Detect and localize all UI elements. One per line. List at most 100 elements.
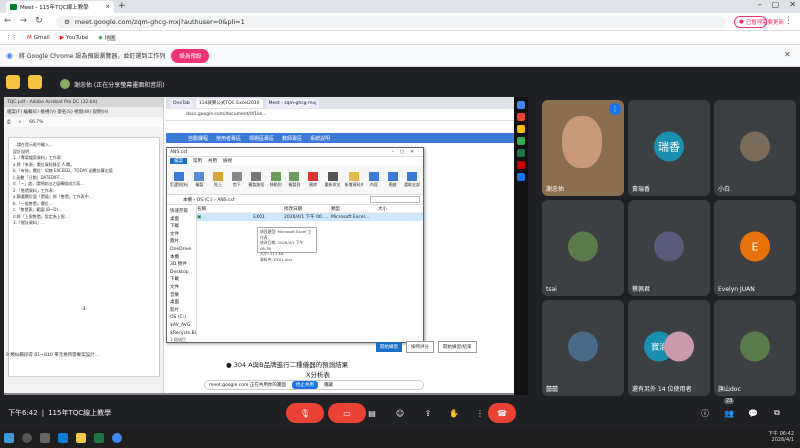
excel-icon[interactable] <box>94 433 104 443</box>
site-info-icon[interactable]: ⚙ <box>64 18 70 26</box>
nav-item[interactable]: OS (C:) <box>170 314 193 322</box>
ribbon-button[interactable]: 剪下 <box>230 171 245 188</box>
ribbon-button[interactable]: 內容 <box>367 171 382 188</box>
nav-item[interactable]: $AV_AVG <box>170 322 193 330</box>
nav-item[interactable]: 圖片 <box>170 238 193 246</box>
present-button[interactable]: ⇪ <box>418 403 438 423</box>
nav-item[interactable]: 下載 <box>170 223 193 231</box>
column-name[interactable]: 名稱 <box>197 206 282 212</box>
ribbon-button[interactable]: 開啟 <box>385 171 400 188</box>
explorer-search-input[interactable] <box>370 196 420 203</box>
chat-button[interactable]: 💬 <box>746 403 760 423</box>
url-field[interactable]: ⚙ meet.google.com/zqm-ghcg-mxj?authuser=… <box>56 16 726 28</box>
start-practice-button[interactable]: 開始練習 <box>376 342 402 352</box>
new-tab-icon[interactable]: + <box>118 1 126 11</box>
ribbon-tab-share[interactable]: 共用 <box>208 158 217 164</box>
ribbon-button[interactable]: 新增資料夾 <box>345 171 363 188</box>
minimize-icon[interactable]: – <box>758 0 762 9</box>
site-menu-item[interactable]: 系統說明 <box>310 135 330 142</box>
inner-tab[interactable]: Meet - zqm-ghcg-mxj <box>265 98 320 108</box>
participant-tile[interactable]: 蔡佩君 <box>628 200 710 296</box>
tab-meet[interactable]: Meet - 115年TQC線上教學 × <box>6 1 114 13</box>
participant-tile[interactable]: 小白 <box>714 100 796 196</box>
camera-effects-icon[interactable] <box>6 75 20 89</box>
hide-share-bar-button[interactable]: 隱藏 <box>324 382 333 388</box>
captions-button[interactable]: ▤ <box>362 403 382 423</box>
close-tab-icon[interactable]: × <box>105 4 110 10</box>
camera-button[interactable]: ▭ <box>328 403 366 423</box>
participant-tile[interactable]: 瑞香 黃瑞香 <box>628 100 710 196</box>
nav-item[interactable]: 文件 <box>170 284 193 292</box>
participant-tile[interactable]: E Evelyn JUAN <box>714 200 796 296</box>
inner-url[interactable]: docs.google.com/document/d/1ke... <box>166 109 514 121</box>
forward-icon[interactable]: → <box>20 16 28 26</box>
column-date[interactable]: 修改日期 <box>284 206 329 212</box>
reload-icon[interactable]: ↻ <box>35 16 43 26</box>
nav-item[interactable]: 音樂 <box>170 292 193 300</box>
edge-icon[interactable] <box>58 433 68 443</box>
ribbon-tab-home[interactable]: 常用 <box>193 158 202 164</box>
participant-tile[interactable]: 謝忠佑 ⋮ <box>542 100 624 196</box>
ribbon-tab-file[interactable]: 檔案 <box>170 158 187 164</box>
site-menu-item[interactable]: 自動課程 <box>188 135 208 142</box>
activities-button[interactable]: ⧉ <box>770 403 784 423</box>
end-practice-button[interactable]: 開始練習/結束 <box>438 341 477 353</box>
chrome-menu-icon[interactable]: ⋮ <box>784 16 793 26</box>
nav-item[interactable]: 3D 物件 <box>170 261 193 269</box>
windows-start-icon[interactable] <box>4 433 14 443</box>
column-size[interactable]: 大小 <box>378 206 423 212</box>
people-button[interactable]: 👥 23 <box>722 398 736 423</box>
nav-item[interactable]: Desktop <box>170 269 193 277</box>
participant-tile[interactable]: 旗山doc <box>714 300 796 396</box>
ribbon-button[interactable]: 貼上 <box>211 171 226 188</box>
close-infobar-icon[interactable]: ✕ <box>784 50 791 59</box>
ribbon-button[interactable]: 複製到 <box>287 171 302 188</box>
nav-item[interactable]: 桌面 <box>170 299 193 307</box>
ribbon-button[interactable]: 選取全部 <box>404 171 420 188</box>
timed-score-button[interactable]: 按時評分 <box>406 341 434 353</box>
explorer-window-controls[interactable]: –▢✕ <box>392 150 420 155</box>
ribbon-button[interactable]: 複製 <box>192 171 207 188</box>
nav-item[interactable]: 下載 <box>170 276 193 284</box>
stop-share-button[interactable]: 停止共用 <box>291 381 318 389</box>
tile-menu-icon[interactable]: ⋮ <box>609 103 621 115</box>
bookmark-gmail[interactable]: M Gmail <box>27 35 50 41</box>
file-explorer-icon[interactable] <box>76 433 86 443</box>
search-icon[interactable] <box>22 433 32 443</box>
column-type[interactable]: 類型 <box>331 206 376 212</box>
print-icon[interactable]: ⎙ <box>7 119 11 125</box>
nav-item[interactable]: OneDrive <box>170 246 193 254</box>
site-menu-item[interactable]: 教師專區 <box>282 135 302 142</box>
acrobat-menu[interactable]: 檔案(F) 編輯(E) 檢視(V) 簽名(S) 視窗(W) 說明(H) <box>4 107 163 117</box>
site-menu-item[interactable]: 標題區專區 <box>249 135 274 142</box>
task-view-icon[interactable] <box>40 433 50 443</box>
set-default-button[interactable]: 設為預設 <box>171 48 210 63</box>
nav-item[interactable]: 影片 <box>170 307 193 315</box>
nav-item[interactable]: 文件 <box>170 231 193 239</box>
chrome-icon[interactable] <box>112 433 122 443</box>
ribbon-button[interactable]: 刪除 <box>306 171 321 188</box>
participant-tile[interactable]: 囍囍 <box>542 300 624 396</box>
leave-call-button[interactable]: ☎ <box>488 403 516 423</box>
emoji-button[interactable]: ☺ <box>390 403 410 423</box>
note-icon[interactable] <box>28 75 42 89</box>
nav-item[interactable]: 快速存取 <box>170 208 193 216</box>
ribbon-tab-view[interactable]: 檢視 <box>223 158 232 164</box>
nav-item[interactable]: 桌面 <box>170 216 193 224</box>
mic-button[interactable]: 🎙 <box>286 403 324 423</box>
back-icon[interactable]: ← <box>4 16 12 26</box>
participant-tile[interactable]: tsai <box>542 200 624 296</box>
apps-icon[interactable]: ⋮⋮ <box>6 35 17 41</box>
bookmark-youtube[interactable]: ▶ YouTube <box>60 35 89 41</box>
more-options-button[interactable]: ⋮ <box>470 403 490 423</box>
nav-item[interactable]: 本機 <box>170 254 193 262</box>
info-button[interactable]: ⓘ <box>698 403 712 423</box>
maximize-icon[interactable]: ▢ <box>772 0 780 9</box>
nav-item[interactable]: $Recycle.Bin <box>170 330 196 337</box>
inner-tab[interactable]: OneTab <box>170 98 193 108</box>
ribbon-button[interactable]: 重新命名 <box>325 171 341 188</box>
update-button[interactable]: 需要更新 <box>762 16 784 28</box>
site-menu-item[interactable]: 使用者專區 <box>216 135 241 142</box>
zoom-level[interactable]: 66.7% <box>29 120 43 125</box>
close-window-icon[interactable]: ✕ <box>789 0 796 9</box>
